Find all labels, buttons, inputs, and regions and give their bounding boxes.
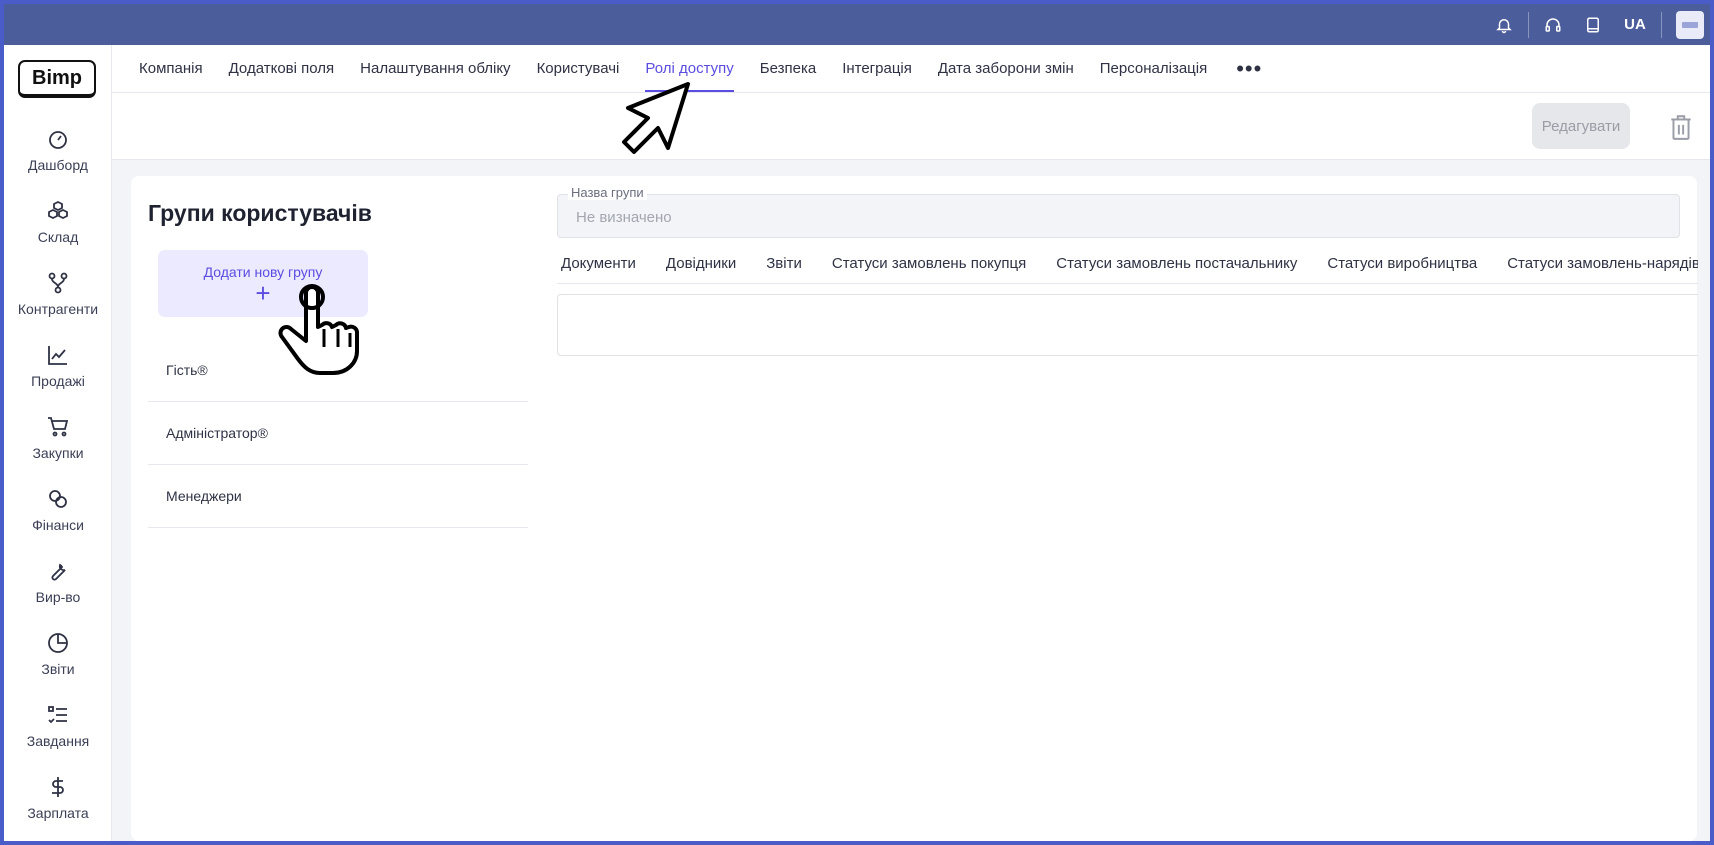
book-icon[interactable] xyxy=(1573,4,1613,45)
tab-work-order-statuses[interactable]: Статуси замовлень-нарядів xyxy=(1503,255,1698,272)
permissions-panel xyxy=(557,294,1698,356)
sidebar-item-label: Склад xyxy=(37,229,79,245)
group-name: Гість® xyxy=(166,362,208,378)
list-item[interactable]: Менеджери xyxy=(148,465,528,528)
plus-icon: + xyxy=(255,277,271,308)
more-tabs-icon[interactable]: ••• xyxy=(1220,45,1278,92)
sidebar-item-label: Контрагенти xyxy=(17,301,99,317)
chart-line-icon xyxy=(48,346,67,365)
tab-additional-fields[interactable]: Додаткові поля xyxy=(216,45,348,92)
group-name-label: Назва групи xyxy=(568,185,647,200)
sidebar-item-production[interactable]: Вир-во xyxy=(4,549,112,615)
checklist-icon xyxy=(48,706,67,724)
bell-icon[interactable] xyxy=(1484,4,1524,45)
tab-directories[interactable]: Довідники xyxy=(662,255,750,272)
sidebar-item-tasks[interactable]: Завдання xyxy=(4,693,112,759)
sidebar-item-finance[interactable]: Фінанси xyxy=(4,477,112,543)
group-name: Адміністратор® xyxy=(166,425,268,441)
trash-icon[interactable] xyxy=(1668,113,1694,141)
sidebar-item-warehouse[interactable]: Склад xyxy=(4,189,112,255)
permission-tabs: Документи Довідники Звіти Статуси замовл… xyxy=(557,244,1698,284)
sidebar-item-dashboard[interactable]: Дашборд xyxy=(4,117,112,183)
toolbar: Редагувати xyxy=(112,93,1710,160)
settings-tabs: Компанія Додаткові поля Налаштування обл… xyxy=(112,45,1710,93)
page-title: Групи користувачів xyxy=(148,200,372,226)
sidebar-item-contractors[interactable]: Контрагенти xyxy=(4,261,112,327)
top-bar: UA xyxy=(4,4,1710,45)
topbar-divider xyxy=(1528,11,1529,38)
avatar[interactable] xyxy=(1676,10,1704,39)
group-name-value: Не визначено xyxy=(576,209,672,226)
sidebar-item-label: Фінанси xyxy=(32,517,84,533)
sidebar-item-reports[interactable]: Звіти xyxy=(4,621,112,687)
edit-button[interactable]: Редагувати xyxy=(1532,103,1630,149)
sidebar-item-label: Завдання xyxy=(26,733,90,749)
sidebar-item-salary[interactable]: Зарплата xyxy=(4,765,112,831)
logo[interactable]: Bimp xyxy=(18,60,96,98)
tab-production-statuses[interactable]: Статуси виробництва xyxy=(1323,255,1491,272)
topbar-divider xyxy=(1661,11,1662,38)
arrow-cursor-icon xyxy=(622,82,690,154)
coins-icon xyxy=(49,490,67,508)
sidebar-item-label: Продажі xyxy=(31,373,85,389)
headset-icon[interactable] xyxy=(1533,4,1573,45)
sidebar-item-label: Зарплата xyxy=(27,805,89,821)
cart-icon xyxy=(48,417,69,437)
tab-change-lock-date[interactable]: Дата заборони змін xyxy=(925,45,1087,92)
hand-cursor-icon xyxy=(278,284,359,375)
tab-reports[interactable]: Звіти xyxy=(762,255,816,272)
dollar-icon xyxy=(52,777,64,797)
sidebar-item-label: Дашборд xyxy=(28,157,88,173)
pie-chart-icon xyxy=(48,633,68,653)
sidebar-item-label: Закупки xyxy=(32,445,84,461)
sidebar: Bimp Дашборд Склад Контрагенти Продажі З… xyxy=(4,45,112,841)
sidebar-item-purchases[interactable]: Закупки xyxy=(4,405,112,471)
tab-supplier-order-statuses[interactable]: Статуси замовлень постачальнику xyxy=(1052,255,1311,272)
boxes-icon xyxy=(48,200,68,220)
tab-documents[interactable]: Документи xyxy=(557,255,650,272)
tab-personalization[interactable]: Персоналізація xyxy=(1087,45,1220,92)
tab-security[interactable]: Безпека xyxy=(747,45,829,92)
sidebar-item-label: Звіти xyxy=(41,661,75,677)
wrench-icon xyxy=(51,563,66,581)
sidebar-item-sales[interactable]: Продажі xyxy=(4,333,112,399)
list-item[interactable]: Адміністратор® xyxy=(148,402,528,465)
language-switcher[interactable]: UA xyxy=(1613,16,1657,33)
sidebar-item-label: Вир-во xyxy=(35,589,81,605)
network-icon xyxy=(48,272,68,294)
tab-company[interactable]: Компанія xyxy=(126,45,216,92)
group-name-field[interactable]: Не визначено xyxy=(557,194,1680,238)
tab-integration[interactable]: Інтеграція xyxy=(829,45,925,92)
speedometer-icon xyxy=(49,131,67,149)
tab-accounting-settings[interactable]: Налаштування обліку xyxy=(347,45,523,92)
group-name: Менеджери xyxy=(166,488,242,504)
tab-customer-order-statuses[interactable]: Статуси замовлень покупця xyxy=(828,255,1040,272)
